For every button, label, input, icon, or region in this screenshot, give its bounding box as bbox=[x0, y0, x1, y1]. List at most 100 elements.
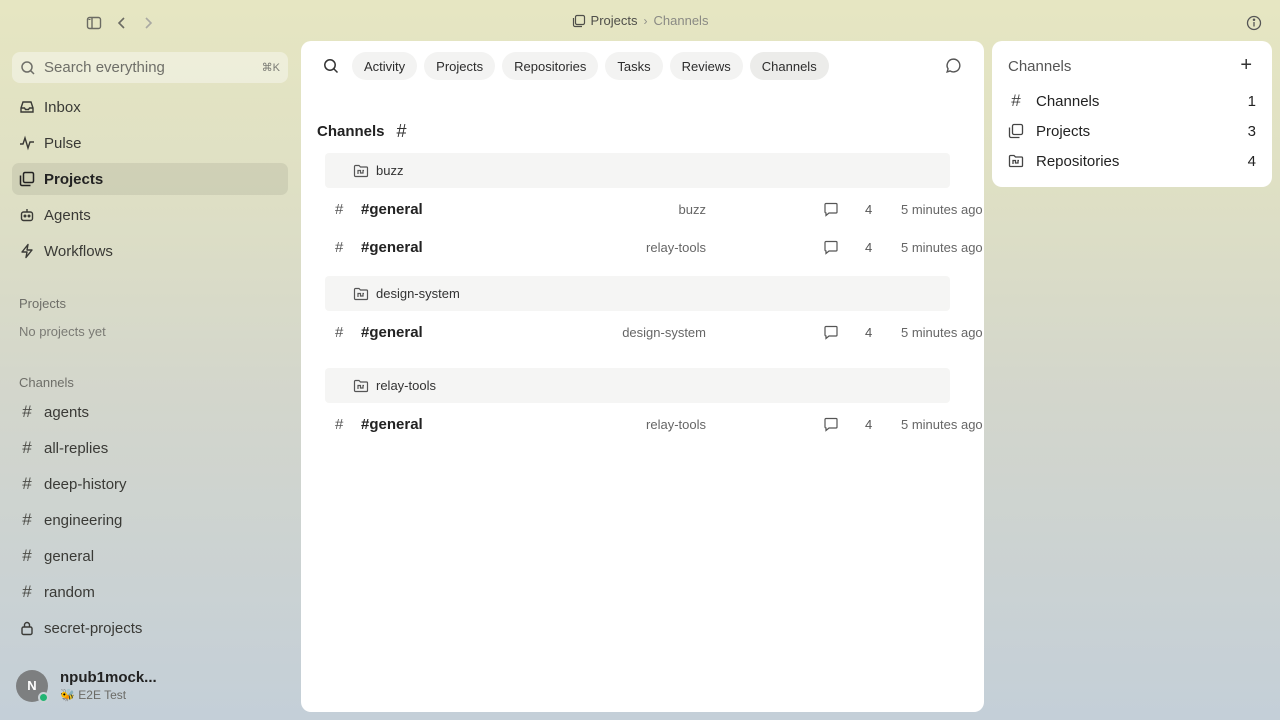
sidebar-channel-label: all-replies bbox=[44, 439, 109, 457]
message-count: 4 bbox=[865, 324, 873, 340]
message-icon bbox=[823, 417, 839, 432]
sidebar-item-agents[interactable]: Agents bbox=[12, 199, 288, 231]
channel-list: buzz # #general buzz 4 5 minutes ago # #… bbox=[325, 153, 984, 443]
sidebar-channels-heading: Channels bbox=[19, 375, 74, 390]
tab-reviews[interactable]: Reviews bbox=[669, 52, 743, 80]
sidebar-channel-secret-projects[interactable]: secret-projects bbox=[12, 612, 288, 644]
group-name: buzz bbox=[376, 163, 404, 178]
tab-activity[interactable]: Activity bbox=[352, 52, 418, 80]
projects-icon bbox=[1008, 123, 1024, 139]
info-icon[interactable] bbox=[1243, 12, 1265, 34]
hash-icon: # bbox=[335, 415, 344, 433]
summary-panel: Channels + # Channels 1 Projects 3 Repos… bbox=[992, 41, 1272, 187]
channel-name: #general bbox=[361, 200, 423, 218]
message-count: 4 bbox=[865, 201, 873, 217]
sidebar-channel-random[interactable]: # random bbox=[12, 576, 288, 608]
repositories-icon bbox=[1008, 154, 1024, 169]
message-icon bbox=[823, 325, 839, 340]
table-row[interactable]: # #general relay-tools 4 5 minutes ago bbox=[325, 405, 984, 443]
summary-item-count: 1 bbox=[1247, 92, 1256, 110]
search-icon[interactable] bbox=[317, 52, 345, 80]
sidebar-channel-label: general bbox=[44, 547, 95, 565]
group-name: design-system bbox=[376, 286, 460, 301]
summary-item-label: Channels bbox=[1036, 92, 1100, 110]
sidebar-channel-agents[interactable]: # agents bbox=[12, 396, 288, 428]
group-name: relay-tools bbox=[376, 378, 436, 393]
channel-project: buzz bbox=[678, 201, 706, 217]
group-header-relay-tools[interactable]: relay-tools bbox=[325, 368, 950, 403]
channel-project: relay-tools bbox=[646, 416, 706, 432]
summary-item-repositories[interactable]: Repositories 4 bbox=[1008, 150, 1256, 172]
user-profile[interactable]: N npub1mock... 🐝 E2E Test bbox=[16, 669, 157, 703]
tab-repositories[interactable]: Repositories bbox=[502, 52, 599, 80]
summary-item-count: 4 bbox=[1247, 152, 1256, 170]
online-status-icon bbox=[38, 691, 49, 703]
table-row[interactable]: # #general design-system 4 5 minutes ago bbox=[325, 313, 984, 351]
add-channel-button[interactable]: + bbox=[1240, 55, 1252, 75]
group-header-buzz[interactable]: buzz bbox=[325, 153, 950, 188]
lock-icon bbox=[19, 620, 35, 636]
sidebar-item-inbox[interactable]: Inbox bbox=[12, 91, 288, 123]
sidebar-channel-deep-history[interactable]: # deep-history bbox=[12, 468, 288, 500]
group-header-design-system[interactable]: design-system bbox=[325, 276, 950, 311]
main-panel: Activity Projects Repositories Tasks Rev… bbox=[301, 41, 984, 712]
sidebar-item-pulse[interactable]: Pulse bbox=[12, 127, 288, 159]
sidebar-channel-general[interactable]: # general bbox=[12, 540, 288, 572]
hash-icon: # bbox=[335, 323, 344, 341]
hash-icon: # bbox=[22, 402, 32, 421]
page-title: Channels # bbox=[317, 121, 407, 142]
projects-icon bbox=[572, 14, 586, 28]
sidebar-item-projects[interactable]: Projects bbox=[12, 163, 288, 195]
search-placeholder: Search everything bbox=[44, 59, 165, 76]
tab-projects[interactable]: Projects bbox=[424, 52, 496, 80]
summary-item-projects[interactable]: Projects 3 bbox=[1008, 120, 1256, 142]
summary-panel-title: Channels bbox=[1008, 58, 1072, 75]
breadcrumb-projects[interactable]: Projects bbox=[572, 13, 638, 28]
table-row[interactable]: # #general buzz 4 5 minutes ago bbox=[325, 190, 984, 228]
breadcrumb-current: Channels bbox=[653, 13, 709, 28]
timestamp: 5 minutes ago bbox=[901, 324, 983, 340]
sidebar-channel-label: engineering bbox=[44, 511, 123, 529]
user-name: npub1mock... bbox=[60, 669, 157, 686]
hash-icon: # bbox=[1011, 91, 1021, 110]
hash-icon: # bbox=[22, 474, 32, 493]
sidebar-item-label: Workflows bbox=[44, 242, 113, 260]
search-shortcut: ⌘K bbox=[261, 62, 280, 74]
page-title-text: Channels bbox=[317, 123, 385, 140]
sidebar-channel-engineering[interactable]: # engineering bbox=[12, 504, 288, 536]
search-input[interactable]: Search everything ⌘K bbox=[12, 52, 288, 83]
breadcrumb-projects-label: Projects bbox=[590, 13, 638, 28]
inbox-icon bbox=[19, 99, 35, 115]
sidebar: Search everything ⌘K Inbox Pulse Project… bbox=[12, 52, 288, 644]
message-count: 4 bbox=[865, 239, 873, 255]
tab-channels[interactable]: Channels bbox=[749, 52, 829, 80]
avatar-initial: N bbox=[27, 678, 37, 693]
folder-repo-icon bbox=[353, 379, 369, 393]
agents-icon bbox=[19, 207, 35, 223]
hash-icon: # bbox=[22, 546, 32, 565]
message-icon bbox=[823, 202, 839, 217]
breadcrumb-separator: › bbox=[643, 13, 648, 28]
workflows-icon bbox=[19, 243, 35, 259]
channel-project: relay-tools bbox=[646, 239, 706, 255]
summary-item-label: Repositories bbox=[1036, 152, 1120, 170]
sidebar-item-label: Agents bbox=[44, 206, 91, 224]
hash-icon: # bbox=[22, 510, 32, 529]
hash-icon: # bbox=[335, 238, 344, 256]
sidebar-channel-label: deep-history bbox=[44, 475, 127, 493]
timestamp: 5 minutes ago bbox=[901, 239, 983, 255]
channel-name: #general bbox=[361, 323, 423, 341]
breadcrumb: Projects › Channels bbox=[0, 13, 1280, 28]
sidebar-item-workflows[interactable]: Workflows bbox=[12, 235, 288, 267]
hash-icon: # bbox=[22, 582, 32, 601]
message-icon bbox=[823, 240, 839, 255]
folder-repo-icon bbox=[353, 287, 369, 301]
chat-bubble-icon[interactable] bbox=[945, 57, 962, 74]
sidebar-item-label: Inbox bbox=[44, 98, 81, 116]
tab-tasks[interactable]: Tasks bbox=[605, 52, 663, 80]
sidebar-channel-all-replies[interactable]: # all-replies bbox=[12, 432, 288, 464]
summary-item-channels[interactable]: # Channels 1 bbox=[1008, 90, 1256, 112]
folder-repo-icon bbox=[353, 164, 369, 178]
timestamp: 5 minutes ago bbox=[901, 416, 983, 432]
table-row[interactable]: # #general relay-tools 4 5 minutes ago bbox=[325, 228, 984, 266]
